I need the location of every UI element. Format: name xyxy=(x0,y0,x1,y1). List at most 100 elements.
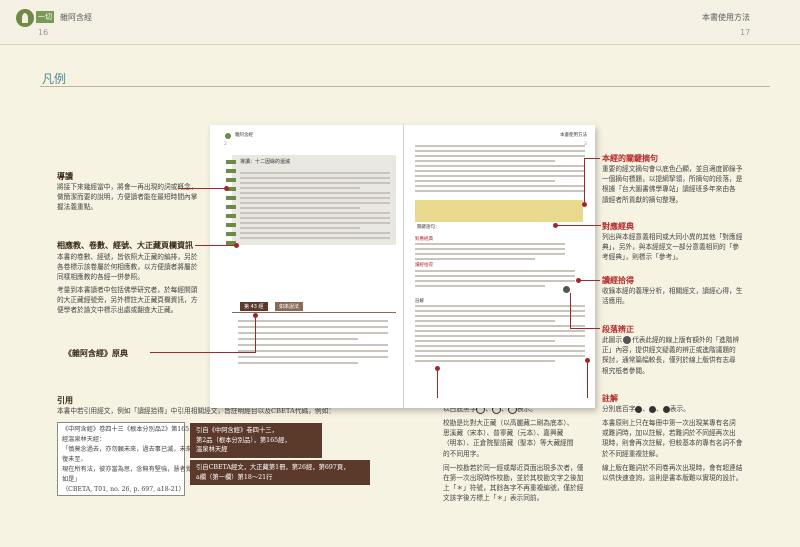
connector-maxim xyxy=(578,280,600,281)
lotus-logo-icon xyxy=(16,9,34,27)
book-annotation-line xyxy=(415,305,585,307)
book-annotation-line xyxy=(415,340,555,342)
book-left-page: 2 xyxy=(224,142,227,147)
note-mark-3-icon xyxy=(662,405,670,413)
book-spine xyxy=(403,125,404,408)
page-header xyxy=(0,0,800,45)
note-title: 註解 xyxy=(602,393,618,403)
book-maxim-line xyxy=(415,275,575,277)
diff-text: 此圖示 代表此經的線上版有額外的「進階辨 正」內容，提供經文疑義的辨正或進階議題的… xyxy=(602,336,740,375)
book-maxim-line xyxy=(415,270,575,272)
connector-original-v xyxy=(255,315,256,353)
book-guide-line xyxy=(240,222,390,224)
book-maxim-line xyxy=(415,280,575,282)
book-parallel-line xyxy=(415,258,535,260)
citation-title: 引用 xyxy=(57,395,73,405)
book-annotation-line xyxy=(415,345,585,347)
book-sutra-line xyxy=(238,356,388,358)
connector-parallel xyxy=(555,225,601,226)
advanced-diff-icon xyxy=(623,336,632,344)
related-title: 相應教、卷數、經號、大正藏頁欄資訊 xyxy=(57,240,193,250)
connector-original xyxy=(150,352,255,353)
book-guide-line xyxy=(240,187,360,189)
book-key-highlight xyxy=(415,200,583,222)
connector-diff xyxy=(570,328,600,329)
book-right-line xyxy=(415,150,585,152)
header-right-title: 本書使用方法 xyxy=(702,13,750,22)
connector-key-v xyxy=(584,158,585,204)
note-sub: 分別底百字、、表示。 xyxy=(602,405,690,413)
book-right-line xyxy=(415,175,585,177)
maxim-title: 讀經拾得 xyxy=(602,275,634,285)
connector-diff-v xyxy=(570,293,571,329)
book-annotation-line xyxy=(415,355,585,357)
book-right-line xyxy=(415,155,585,157)
book-sutra-line xyxy=(238,338,358,340)
original-title: 《雜阿含經》原典 xyxy=(64,348,128,358)
book-guide-line xyxy=(240,172,390,174)
connector-guide xyxy=(178,188,226,189)
book-right-line xyxy=(415,165,585,167)
book-parallel-line xyxy=(415,248,565,250)
book-guide-line xyxy=(240,217,390,219)
connector-dot-parallel xyxy=(553,223,558,228)
book-key-title: 關鍵語句： xyxy=(417,225,440,230)
book-advanced-icon xyxy=(563,286,570,293)
book-guide-line xyxy=(240,212,390,214)
collation-text: 校勘是比對大正藏（以高麗藏二刷為底本）、 思溪藏（宋本）、普寧藏（元本）、嘉興藏（… xyxy=(443,419,584,503)
header-left-title: 雜阿含經 xyxy=(60,13,92,22)
book-annotation-line xyxy=(415,315,585,317)
connector-note-v xyxy=(587,360,588,398)
book-sutra-line xyxy=(238,350,388,352)
book-sutra-number: 第 43 經 xyxy=(240,302,268,311)
guide-title: 導讀 xyxy=(57,171,73,181)
key-title: 本經的關鍵摘句 xyxy=(602,153,658,163)
maxim-text: 收錄本經的義理分析，相關經文，讀經心得，生 活應用。 xyxy=(602,287,743,306)
section-divider xyxy=(40,86,770,87)
book-left-header: 雜阿含經 xyxy=(235,133,253,138)
book-sutra-line xyxy=(238,362,358,364)
connector-key xyxy=(584,158,600,159)
book-parallel-line xyxy=(415,253,565,255)
book-right-line xyxy=(415,185,585,187)
study-text: 考量到本書讀者中包括佛學研究者，於每經開頭 的大正藏經號旁，另外標註大正藏頁欄資訊… xyxy=(57,286,198,315)
book-sutra-line xyxy=(238,344,388,346)
book-chapter-label: 導讀：十二因緣的還滅 xyxy=(240,159,291,165)
book-annotation-line xyxy=(415,330,585,332)
connector-dot-related xyxy=(234,243,239,248)
book-guide-line xyxy=(240,207,360,209)
section-title: 凡例 xyxy=(42,72,67,86)
book-guide-line xyxy=(240,232,390,234)
connector-collation-v xyxy=(437,368,438,398)
book-guide-line xyxy=(240,237,390,239)
book-guide-line xyxy=(240,202,390,204)
connector-related xyxy=(195,245,235,246)
connector-dot-original xyxy=(253,313,258,318)
parallel-text: 列出與本經意義相同或大同小異的其他「對應經 典」，另外，與本經經文一部分意義相同的… xyxy=(602,233,743,262)
book-annotations: 註解 xyxy=(415,299,424,304)
book-right-line xyxy=(415,180,555,182)
book-right-line xyxy=(415,170,585,172)
book-parallel: 對應經典 xyxy=(415,237,433,242)
citation-label-2: 引自CBETA經文，大正藏第1冊，第26經，第697頁， a欄（第一欄）第18～2… xyxy=(190,460,370,485)
book-annotation-line xyxy=(415,310,585,312)
connector-dot-key xyxy=(582,202,587,207)
book-annotation-line xyxy=(415,335,585,337)
book-maxim-line xyxy=(415,285,545,287)
header-right-page: 17 xyxy=(740,28,751,37)
connector-dot-collation xyxy=(435,366,440,371)
book-parallel-line xyxy=(415,243,565,245)
book-sutra-line xyxy=(238,326,388,328)
key-text: 重要的經文摘句會以底色凸顯，並且適度節錄予 一個摘句標題，以提綱挈領，所摘句的段落… xyxy=(602,165,743,204)
diff-title: 段落辨正 xyxy=(602,324,634,334)
related-text: 本書的卷數、經號，皆依照大正藏的編排，另於 各卷標示該卷屬於何相應教，以方便讀者將… xyxy=(57,253,198,282)
book-annotation-line xyxy=(415,325,585,327)
citation-box-text: 《中阿含經》卷四十三《根本分別品2》第165經溫泉林天經： 「慎莫念過去，亦勿願未… xyxy=(62,426,192,493)
book-guide-line xyxy=(240,227,360,229)
book-annotation-line xyxy=(415,360,555,362)
book-sutra-line xyxy=(238,332,388,334)
book-guide-line xyxy=(240,182,390,184)
book-right-line xyxy=(415,145,585,147)
header-left-page: 16 xyxy=(38,28,49,37)
connector-dot-note xyxy=(585,358,590,363)
